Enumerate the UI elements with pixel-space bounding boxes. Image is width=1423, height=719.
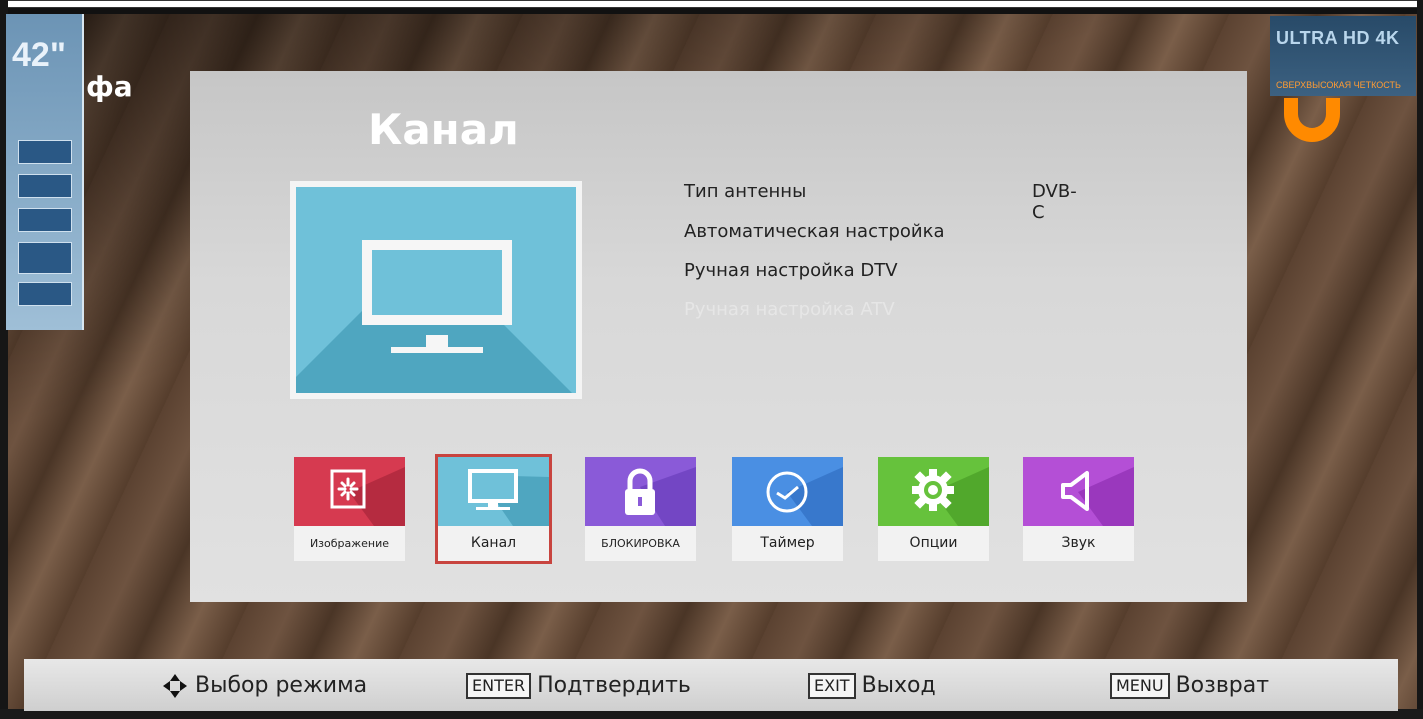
clock-icon bbox=[766, 467, 843, 526]
setting-auto-tuning[interactable]: Автоматическая настройка bbox=[684, 221, 945, 242]
background-channel-text: фа bbox=[86, 70, 133, 103]
help-bar: Выбор режима ENTER Подтвердить EXIT Выход … bbox=[24, 659, 1398, 711]
help-confirm-text: Подтвердить bbox=[537, 673, 691, 698]
exit-key: EXIT bbox=[808, 673, 856, 699]
brand-text: ULTRA HD 4K bbox=[1276, 28, 1400, 48]
tile-label: Звук bbox=[1023, 526, 1134, 561]
setting-manual-dtv[interactable]: Ручная настройка DTV bbox=[684, 260, 898, 281]
tile-label: Изображение bbox=[294, 526, 405, 561]
help-select-mode: Выбор режима bbox=[162, 673, 367, 699]
setting-manual-atv: Ручная настройка ATV bbox=[684, 299, 895, 320]
dpad-arrows-icon bbox=[163, 674, 187, 698]
category-timer[interactable]: Таймер bbox=[732, 457, 843, 561]
gear-icon bbox=[912, 467, 989, 526]
setting-label: Автоматическая настройка bbox=[684, 221, 945, 242]
category-channel[interactable]: Канал bbox=[435, 454, 552, 564]
tile-label: Опции bbox=[878, 526, 989, 561]
top-frame bbox=[0, 0, 1423, 14]
tv-icon bbox=[468, 469, 549, 526]
right-frame bbox=[1417, 0, 1423, 719]
menu-key: MENU bbox=[1110, 673, 1170, 699]
setting-label: Тип антенны bbox=[684, 181, 807, 202]
lock-icon bbox=[625, 467, 696, 526]
brand-subtext: СВЕРХВЫСОКАЯ ЧЕТКОСТЬ bbox=[1276, 80, 1401, 90]
preview-stand-neck bbox=[426, 335, 448, 347]
sticker-tag bbox=[18, 140, 72, 164]
help-confirm: ENTER Подтвердить bbox=[466, 673, 691, 699]
tile-label: Канал bbox=[438, 526, 549, 561]
preview-stand-base bbox=[391, 347, 483, 353]
tile-label: БЛОКИРОВКА bbox=[585, 526, 696, 561]
help-back-text: Возврат bbox=[1175, 673, 1270, 698]
sticker-size: 42" bbox=[12, 36, 66, 74]
help-exit: EXIT Выход bbox=[808, 673, 936, 699]
setting-antenna-type-value: DVB-C bbox=[1032, 181, 1077, 223]
page-title: Канал bbox=[368, 105, 519, 154]
category-options[interactable]: Опции bbox=[878, 457, 989, 561]
setting-antenna-type[interactable]: Тип антенны bbox=[684, 181, 806, 202]
tv-sticker: 42" bbox=[6, 14, 84, 330]
picture-icon bbox=[330, 467, 405, 526]
category-lock[interactable]: БЛОКИРОВКА bbox=[585, 457, 696, 561]
preview-screen bbox=[362, 240, 512, 325]
enter-key: ENTER bbox=[466, 673, 532, 699]
sticker-tag bbox=[18, 174, 72, 198]
tile-label: Таймер bbox=[732, 526, 843, 561]
help-select-mode-text: Выбор режима bbox=[195, 673, 368, 698]
category-picture[interactable]: Изображение bbox=[294, 457, 405, 561]
sticker-tag bbox=[18, 208, 72, 232]
help-back: MENU Возврат bbox=[1110, 673, 1269, 699]
sticker-tag bbox=[18, 242, 72, 274]
setting-label: Ручная настройка ATV bbox=[684, 299, 895, 320]
settings-menu-panel: Канал Тип антенны DVB-C Автоматическая н… bbox=[190, 71, 1247, 602]
top-strip bbox=[3, 0, 1419, 8]
channel-preview-tv-icon bbox=[290, 181, 582, 399]
sticker-tag bbox=[18, 282, 72, 306]
speaker-icon bbox=[1061, 467, 1134, 526]
category-sound[interactable]: Звук bbox=[1023, 457, 1134, 561]
setting-label: Ручная настройка DTV bbox=[684, 260, 898, 281]
help-exit-text: Выход bbox=[861, 673, 936, 698]
